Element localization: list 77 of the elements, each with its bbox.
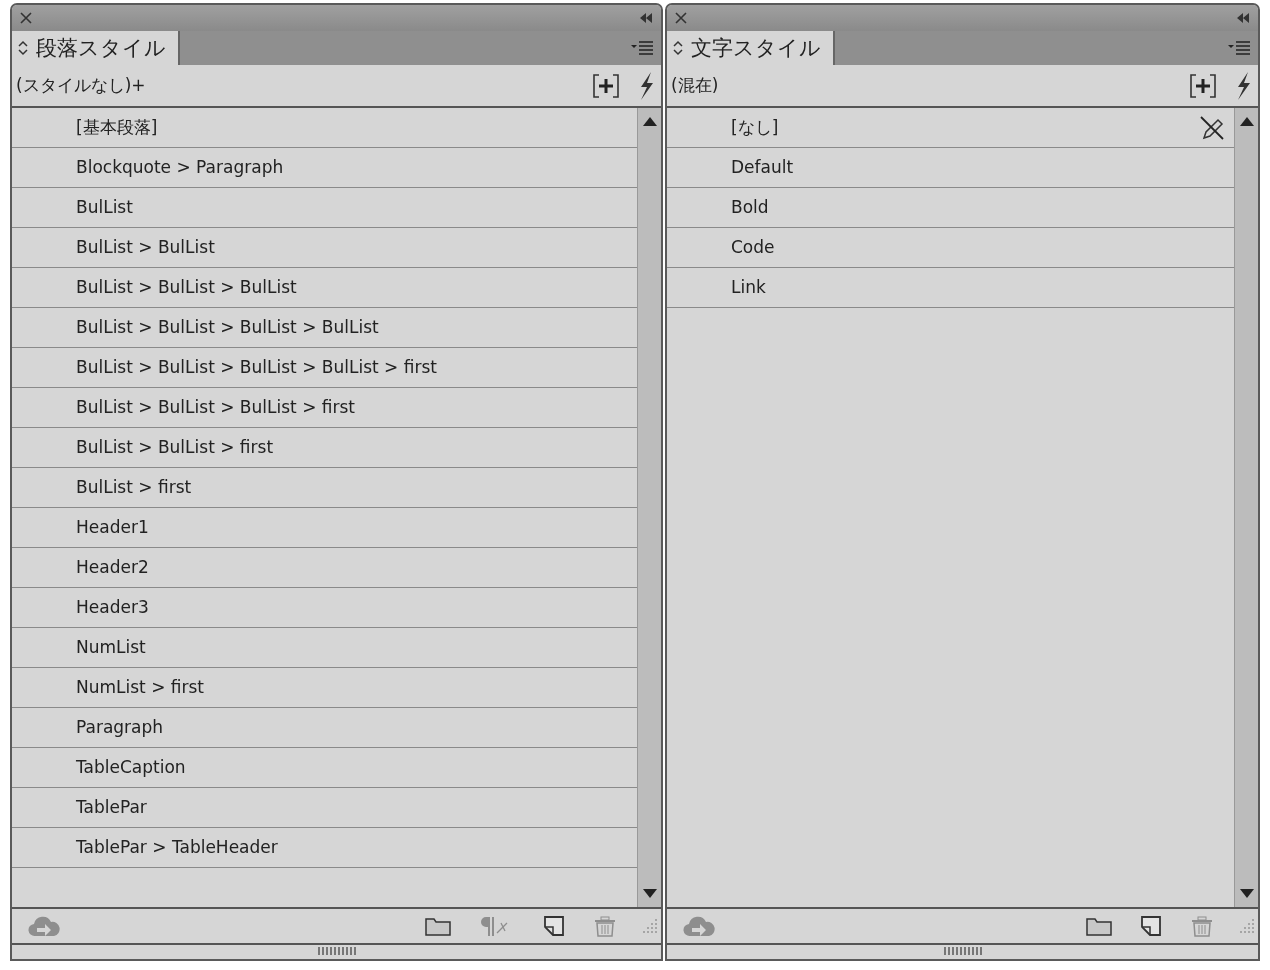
drag-handle-icon[interactable]: [317, 947, 356, 955]
item-label: [基本段落]: [76, 115, 159, 139]
sort-arrows-icon: [673, 40, 683, 56]
folder-icon[interactable]: [425, 916, 451, 936]
item-label: BulList > first: [76, 475, 193, 499]
new-group-icon[interactable]: [1190, 73, 1216, 98]
new-group-icon[interactable]: [593, 73, 619, 98]
item-label: Code: [731, 235, 776, 259]
panel-tab[interactable]: 段落スタイル: [12, 31, 180, 65]
current-style-label: (混在): [671, 73, 720, 97]
style-list-item[interactable]: NumList > first: [12, 668, 637, 708]
style-list-item[interactable]: Header1: [12, 508, 637, 548]
panel-menu-icon[interactable]: [1228, 41, 1250, 55]
item-label: TablePar > TableHeader: [76, 835, 279, 859]
folder-icon[interactable]: [1086, 916, 1112, 936]
style-list-item[interactable]: BulList > first: [12, 468, 637, 508]
style-list-item[interactable]: BulList > BulList > BulList > BulList: [12, 308, 637, 348]
style-list-item[interactable]: TablePar > TableHeader: [12, 828, 637, 868]
item-label: Paragraph: [76, 715, 165, 739]
close-icon[interactable]: [20, 12, 32, 24]
item-label: TablePar: [76, 795, 148, 819]
style-list-item[interactable]: NumList: [12, 628, 637, 668]
resize-grip-icon[interactable]: [1240, 919, 1254, 933]
style-list-item[interactable]: BulList > BulList > BulList > first: [12, 388, 637, 428]
scroll-up-icon[interactable]: [1239, 116, 1254, 126]
style-list-item[interactable]: BulList: [12, 188, 637, 228]
style-list-item[interactable]: Header3: [12, 588, 637, 628]
item-label: BulList > BulList > BulList > BulList > first: [76, 355, 438, 379]
current-style-label: (スタイルなし)+: [16, 73, 147, 97]
item-label: Link: [731, 275, 767, 299]
scroll-up-icon[interactable]: [642, 116, 657, 126]
item-label: BulList > BulList: [76, 235, 216, 259]
item-label: BulList > BulList > BulList: [76, 275, 298, 299]
sort-arrows-icon: [18, 40, 28, 56]
style-list-item[interactable]: BulList > BulList: [12, 228, 637, 268]
panel-tab[interactable]: 文字スタイル: [667, 31, 835, 65]
item-label: Bold: [731, 195, 770, 219]
style-list-item[interactable]: Code: [667, 228, 1234, 268]
style-list-item[interactable]: Link: [667, 268, 1234, 308]
item-label: BulList: [76, 195, 134, 219]
style-list-item[interactable]: Blockquote > Paragraph: [12, 148, 637, 188]
item-label: TableCaption: [76, 755, 187, 779]
item-label: Header3: [76, 595, 150, 619]
style-list-item[interactable]: Header2: [12, 548, 637, 588]
item-label: Header2: [76, 555, 150, 579]
item-label: NumList > first: [76, 675, 206, 699]
collapse-icon[interactable]: [639, 13, 653, 23]
item-label: Header1: [76, 515, 150, 539]
item-label: BulList > BulList > BulList > BulList: [76, 315, 380, 339]
style-list-item[interactable]: BulList > BulList > first: [12, 428, 637, 468]
style-list-item[interactable]: Paragraph: [12, 708, 637, 748]
item-label: Default: [731, 155, 795, 179]
crossed-pencil-icon: [1200, 115, 1224, 140]
panel-title: 段落スタイル: [36, 35, 166, 62]
drag-handle-icon[interactable]: [943, 947, 982, 955]
item-label: NumList: [76, 635, 147, 659]
style-list-item[interactable]: [基本段落]: [12, 108, 637, 148]
style-list-item[interactable]: Bold: [667, 188, 1234, 228]
scroll-down-icon[interactable]: [1239, 889, 1254, 899]
style-list-item[interactable]: [なし]: [667, 108, 1234, 148]
item-label: [なし]: [731, 115, 780, 139]
item-label: Blockquote > Paragraph: [76, 155, 285, 179]
new-page-icon[interactable]: [543, 915, 565, 937]
style-list-item[interactable]: TableCaption: [12, 748, 637, 788]
close-icon[interactable]: [675, 12, 687, 24]
resize-grip-icon[interactable]: [643, 919, 657, 933]
item-label: BulList > BulList > first: [76, 435, 275, 459]
scroll-down-icon[interactable]: [642, 889, 657, 899]
panel-menu-icon[interactable]: [631, 41, 653, 55]
new-page-icon[interactable]: [1140, 915, 1162, 937]
style-list-item[interactable]: TablePar: [12, 788, 637, 828]
style-list-item[interactable]: BulList > BulList > BulList > BulList > first: [12, 348, 637, 388]
item-label: BulList > BulList > BulList > first: [76, 395, 356, 419]
panel-title: 文字スタイル: [691, 35, 821, 62]
style-list-item[interactable]: BulList > BulList > BulList: [12, 268, 637, 308]
collapse-icon[interactable]: [1236, 13, 1250, 23]
style-list-item[interactable]: Default: [667, 148, 1234, 188]
